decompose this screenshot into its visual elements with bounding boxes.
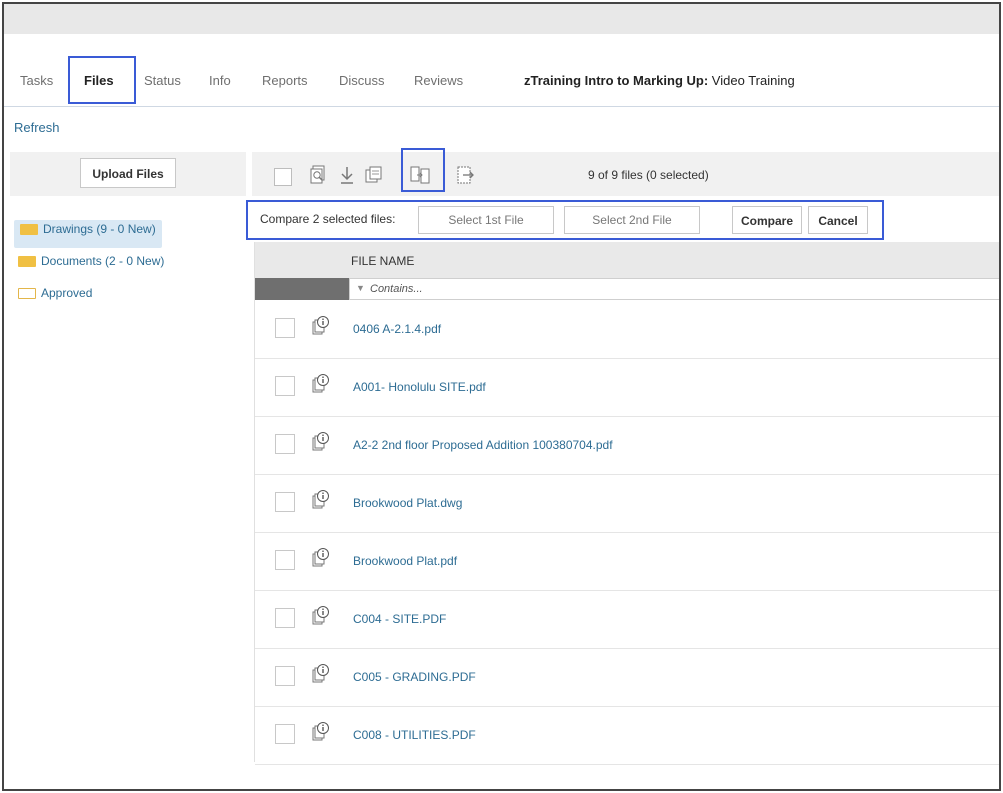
file-info-icon[interactable] [311,373,331,395]
filter-spacer [255,278,349,300]
compare-button[interactable]: Compare [732,206,802,234]
file-count-label: 9 of 9 files (0 selected) [588,168,709,182]
file-info-icon[interactable] [311,315,331,337]
tab-reviews[interactable]: Reviews [414,73,463,88]
tab-tasks[interactable]: Tasks [20,73,53,88]
top-bar [4,4,999,34]
upload-files-button[interactable]: Upload Files [80,158,176,188]
folder-label: Documents (2 - 0 New) [41,254,165,268]
file-checkbox[interactable] [275,724,295,744]
file-toolbar: 9 of 9 files (0 selected) [252,148,999,196]
compare-icon-highlight [401,148,445,192]
file-info-icon[interactable] [311,721,331,743]
select-second-file-button[interactable]: Select 2nd File [564,206,700,234]
tab-bar: Tasks Files Status Info Reports Discuss … [4,44,999,107]
search-document-icon[interactable] [308,164,330,186]
folder-icon [18,256,36,268]
tab-info[interactable]: Info [209,73,231,88]
grid-header: FILE NAME [255,242,999,278]
file-grid: FILE NAME ▼ Contains... 0406 A-2.1.4.pdf… [254,242,999,765]
file-row[interactable]: C005 - GRADING.PDF [255,648,999,707]
files-tab-highlight [68,56,136,104]
upload-panel: Upload Files [10,152,246,196]
file-checkbox[interactable] [275,550,295,570]
file-row[interactable]: Brookwood Plat.pdf [255,532,999,591]
filter-icon[interactable]: ▼ [356,283,365,293]
copy-icon[interactable] [363,164,385,186]
project-title: zTraining Intro to Marking Up: Video Tra… [524,73,795,88]
file-name-link[interactable]: Brookwood Plat.pdf [353,554,457,568]
compare-label: Compare 2 selected files: [260,212,396,226]
app-window: Tasks Files Status Info Reports Discuss … [2,2,1001,791]
file-checkbox[interactable] [275,666,295,686]
file-row[interactable]: C008 - UTILITIES.PDF [255,706,999,765]
project-subtitle: Video Training [711,73,795,88]
file-name-link[interactable]: C005 - GRADING.PDF [353,670,476,684]
file-info-icon[interactable] [311,431,331,453]
tab-reports[interactable]: Reports [262,73,308,88]
folder-drawings[interactable]: Drawings (9 - 0 New) [14,220,162,248]
file-row[interactable]: Brookwood Plat.dwg [255,474,999,533]
file-info-icon[interactable] [311,547,331,569]
file-checkbox[interactable] [275,492,295,512]
filter-placeholder: Contains... [370,283,423,295]
file-checkbox[interactable] [275,608,295,628]
file-name-link[interactable]: 0406 A-2.1.4.pdf [353,322,441,336]
file-row[interactable]: A2-2 2nd floor Proposed Addition 1003807… [255,416,999,475]
file-info-icon[interactable] [311,489,331,511]
file-checkbox[interactable] [275,434,295,454]
project-name: zTraining Intro to Marking Up: [524,73,709,88]
folder-icon [20,224,38,236]
folder-label: Drawings (9 - 0 New) [43,222,156,236]
refresh-link[interactable]: Refresh [14,120,60,135]
folder-label: Approved [41,286,93,300]
cancel-button[interactable]: Cancel [808,206,868,234]
file-checkbox[interactable] [275,318,295,338]
file-row[interactable]: C004 - SITE.PDF [255,590,999,649]
file-row[interactable]: A001- Honolulu SITE.pdf [255,358,999,417]
file-name-link[interactable]: C008 - UTILITIES.PDF [353,728,476,742]
compare-panel: Compare 2 selected files: Select 1st Fil… [246,200,894,240]
tab-discuss[interactable]: Discuss [339,73,385,88]
download-icon[interactable] [336,164,358,186]
file-name-link[interactable]: Brookwood Plat.dwg [353,496,462,510]
file-name-link[interactable]: A2-2 2nd floor Proposed Addition 1003807… [353,438,613,452]
select-first-file-button[interactable]: Select 1st File [418,206,554,234]
file-checkbox[interactable] [275,376,295,396]
folder-icon [18,288,36,300]
file-name-link[interactable]: A001- Honolulu SITE.pdf [353,380,486,394]
file-name-column-header[interactable]: FILE NAME [351,254,414,268]
file-info-icon[interactable] [311,663,331,685]
file-name-link[interactable]: C004 - SITE.PDF [353,612,446,626]
file-row[interactable]: 0406 A-2.1.4.pdf [255,300,999,359]
tab-status[interactable]: Status [144,73,181,88]
folder-documents[interactable]: Documents (2 - 0 New) [18,254,164,278]
select-all-checkbox[interactable] [274,168,292,186]
folder-approved[interactable]: Approved [18,286,92,310]
file-name-filter[interactable]: ▼ Contains... [349,278,999,300]
move-file-icon[interactable] [454,164,476,186]
file-info-icon[interactable] [311,605,331,627]
